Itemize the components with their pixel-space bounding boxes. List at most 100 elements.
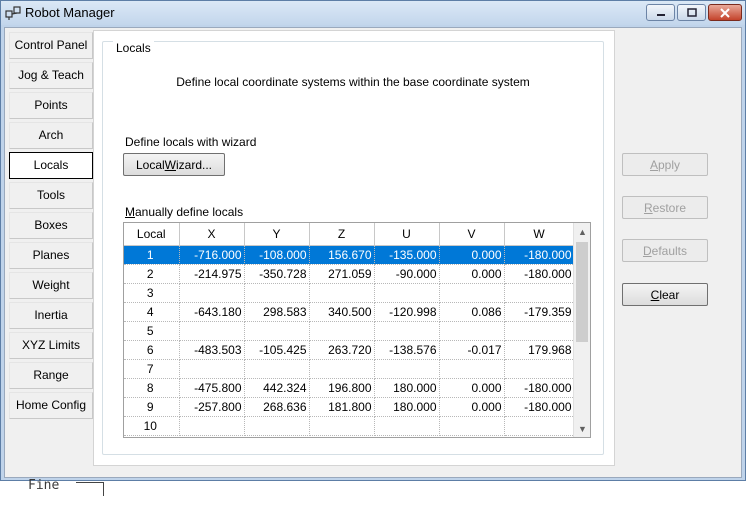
table-cell[interactable] xyxy=(374,359,440,379)
table-row[interactable]: 9 -257.800 268.636 181.800 180.000 0.000 -180.… xyxy=(124,397,575,417)
table-cell[interactable]: 298.583 xyxy=(244,302,310,322)
table-cell[interactable]: 442.324 xyxy=(244,378,310,398)
table-cell[interactable]: 196.800 xyxy=(309,378,375,398)
table-row[interactable]: 5 xyxy=(124,321,575,341)
minimize-button[interactable] xyxy=(646,4,675,21)
scroll-down-arrow-icon[interactable]: ▼ xyxy=(574,420,590,437)
table-cell[interactable] xyxy=(504,321,575,341)
table-cell[interactable]: -108.000 xyxy=(244,245,310,265)
table-cell[interactable] xyxy=(439,416,505,436)
table-cell[interactable] xyxy=(374,283,440,303)
title-bar[interactable]: Robot Manager xyxy=(1,1,745,25)
table-cell[interactable] xyxy=(374,321,440,341)
sidebar-item-control-panel[interactable]: Control Panel xyxy=(9,32,93,59)
local-index-cell[interactable]: 8 xyxy=(124,378,180,398)
table-row[interactable]: 8 -475.800 442.324 196.800 180.000 0.000 -180.… xyxy=(124,378,575,398)
sidebar-item-locals[interactable]: Locals xyxy=(9,152,93,179)
local-index-cell[interactable]: 3 xyxy=(124,283,180,303)
table-cell[interactable]: -483.503 xyxy=(179,340,245,360)
table-cell[interactable]: -180.000 xyxy=(504,245,575,265)
restore-button[interactable]: Restore xyxy=(622,196,708,219)
sidebar-item-planes[interactable]: Planes xyxy=(9,242,93,269)
table-cell[interactable]: -257.800 xyxy=(179,397,245,417)
table-row[interactable]: 6 -483.503 -105.425 263.720 -138.576 -0.017 17… xyxy=(124,340,575,360)
table-cell[interactable]: -90.000 xyxy=(374,264,440,284)
table-cell[interactable]: -105.425 xyxy=(244,340,310,360)
table-cell[interactable]: 0.000 xyxy=(439,378,505,398)
table-cell[interactable]: 271.059 xyxy=(309,264,375,284)
apply-button[interactable]: Apply xyxy=(622,153,708,176)
table-cell[interactable]: -350.728 xyxy=(244,264,310,284)
table-cell[interactable] xyxy=(244,321,310,341)
table-cell[interactable]: -716.000 xyxy=(179,245,245,265)
table-cell[interactable]: 156.670 xyxy=(309,245,375,265)
table-cell[interactable] xyxy=(439,359,505,379)
table-cell[interactable] xyxy=(244,416,310,436)
table-cell[interactable] xyxy=(504,416,575,436)
sidebar-item-arch[interactable]: Arch xyxy=(9,122,93,149)
table-cell[interactable]: -214.975 xyxy=(179,264,245,284)
table-cell[interactable]: 180.000 xyxy=(374,397,440,417)
sidebar-item-jog-teach[interactable]: Jog & Teach xyxy=(9,62,93,89)
table-cell[interactable] xyxy=(309,321,375,341)
local-index-cell[interactable]: 5 xyxy=(124,321,180,341)
table-cell[interactable]: 179.968 xyxy=(504,340,575,360)
column-header-z[interactable]: Z xyxy=(309,223,375,246)
table-cell[interactable] xyxy=(504,359,575,379)
local-index-cell[interactable]: 7 xyxy=(124,359,180,379)
table-cell[interactable] xyxy=(439,283,505,303)
table-cell[interactable]: -138.576 xyxy=(374,340,440,360)
table-cell[interactable]: 340.500 xyxy=(309,302,375,322)
sidebar-item-home-config[interactable]: Home Config xyxy=(9,392,93,419)
sidebar-item-points[interactable]: Points xyxy=(9,92,93,119)
sidebar-item-xyz-limits[interactable]: XYZ Limits xyxy=(9,332,93,359)
column-header-w[interactable]: W xyxy=(504,223,575,246)
table-cell[interactable]: -180.000 xyxy=(504,264,575,284)
table-row[interactable]: 3 xyxy=(124,283,575,303)
table-row[interactable]: 1 -716.000 -108.000 156.670 -135.000 0.000 -18… xyxy=(124,245,575,265)
table-cell[interactable] xyxy=(179,283,245,303)
table-cell[interactable] xyxy=(504,283,575,303)
local-index-cell[interactable]: 4 xyxy=(124,302,180,322)
column-header-local[interactable]: Local xyxy=(124,223,180,246)
clear-button[interactable]: Clear xyxy=(622,283,708,306)
sidebar-item-inertia[interactable]: Inertia xyxy=(9,302,93,329)
sidebar-item-tools[interactable]: Tools xyxy=(9,182,93,209)
close-button[interactable] xyxy=(708,4,742,21)
table-cell[interactable] xyxy=(309,359,375,379)
scroll-thumb[interactable] xyxy=(576,242,588,342)
table-cell[interactable] xyxy=(244,283,310,303)
sidebar-item-boxes[interactable]: Boxes xyxy=(9,212,93,239)
table-cell[interactable] xyxy=(179,416,245,436)
table-cell[interactable] xyxy=(179,321,245,341)
table-row[interactable]: 4 -643.180 298.583 340.500 -120.998 0.086 -179… xyxy=(124,302,575,322)
column-header-x[interactable]: X xyxy=(179,223,245,246)
table-cell[interactable]: 180.000 xyxy=(374,378,440,398)
table-cell[interactable]: 0.000 xyxy=(439,397,505,417)
table-cell[interactable] xyxy=(309,416,375,436)
table-cell[interactable]: -180.000 xyxy=(504,397,575,417)
table-cell[interactable]: 0.000 xyxy=(439,264,505,284)
local-wizard-button[interactable]: Local Wizard... xyxy=(123,153,225,176)
table-cell[interactable]: -120.998 xyxy=(374,302,440,322)
table-cell[interactable]: 0.000 xyxy=(439,245,505,265)
local-index-cell[interactable]: 10 xyxy=(124,416,180,436)
table-cell[interactable]: -135.000 xyxy=(374,245,440,265)
table-cell[interactable]: -643.180 xyxy=(179,302,245,322)
table-cell[interactable] xyxy=(374,416,440,436)
table-cell[interactable]: 268.636 xyxy=(244,397,310,417)
table-cell[interactable]: -179.359 xyxy=(504,302,575,322)
table-cell[interactable]: -0.017 xyxy=(439,340,505,360)
table-cell[interactable] xyxy=(309,283,375,303)
grid-vertical-scrollbar[interactable]: ▲ ▼ xyxy=(573,223,590,437)
table-cell[interactable] xyxy=(439,321,505,341)
table-cell[interactable]: -475.800 xyxy=(179,378,245,398)
local-index-cell[interactable]: 2 xyxy=(124,264,180,284)
sidebar-item-range[interactable]: Range xyxy=(9,362,93,389)
table-cell[interactable]: -180.000 xyxy=(504,378,575,398)
sidebar-item-weight[interactable]: Weight xyxy=(9,272,93,299)
table-cell[interactable]: 0.086 xyxy=(439,302,505,322)
local-index-cell[interactable]: 9 xyxy=(124,397,180,417)
local-index-cell[interactable]: 6 xyxy=(124,340,180,360)
maximize-button[interactable] xyxy=(677,4,706,21)
